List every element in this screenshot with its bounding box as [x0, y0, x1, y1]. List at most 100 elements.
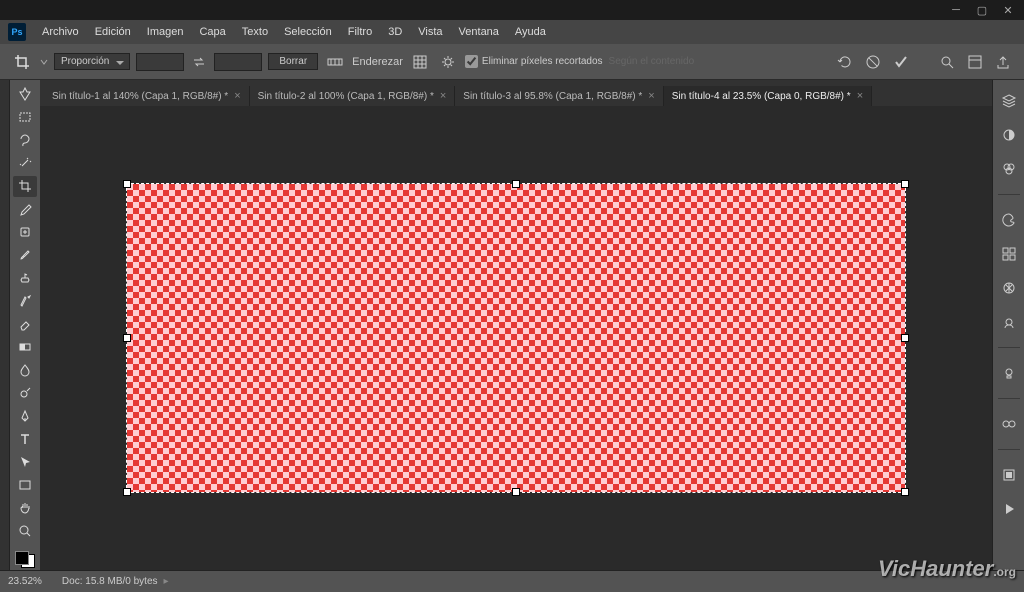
layers-icon[interactable] [998, 90, 1020, 112]
menu-archivo[interactable]: Archivo [34, 26, 87, 38]
menu-bar: Ps Archivo Edición Imagen Capa Texto Sel… [0, 20, 1024, 44]
window-maximize-button[interactable]: ▢ [974, 2, 990, 18]
crop-handle-middle-right[interactable] [901, 334, 909, 342]
delete-cropped-checkbox[interactable]: Eliminar píxeles recortados [465, 55, 603, 68]
crop-options-gear-icon[interactable] [437, 51, 459, 73]
blur-tool[interactable] [13, 359, 37, 380]
play-icon[interactable] [998, 498, 1020, 520]
crop-height-input[interactable] [214, 53, 262, 71]
ratio-preset-dropdown[interactable]: Proporción [54, 53, 130, 70]
delete-cropped-input[interactable] [465, 55, 478, 68]
commit-crop-icon[interactable] [890, 51, 912, 73]
menu-capa[interactable]: Capa [191, 26, 233, 38]
crop-handle-top-center[interactable] [512, 180, 520, 188]
swap-dimensions-icon[interactable] [190, 53, 208, 71]
reset-crop-icon[interactable] [834, 51, 856, 73]
close-icon[interactable]: × [440, 90, 446, 102]
document-tab-1[interactable]: Sin título-1 al 140% (Capa 1, RGB/8#) *× [44, 86, 250, 106]
menu-3d[interactable]: 3D [380, 26, 410, 38]
arrange-documents-icon[interactable] [964, 51, 986, 73]
overlay-options-icon[interactable] [409, 51, 431, 73]
foreground-background-swatch[interactable] [13, 549, 37, 570]
window-close-button[interactable]: ✕ [1000, 2, 1016, 18]
document-tab-4[interactable]: Sin título-4 al 23.5% (Capa 0, RGB/8#) *… [664, 86, 872, 106]
dropdown-caret-icon[interactable] [40, 58, 48, 66]
styles-icon[interactable] [998, 311, 1020, 333]
gradient-tool[interactable] [13, 336, 37, 357]
window-minimize-button[interactable]: ─ [948, 2, 964, 18]
foreground-color-swatch[interactable] [15, 551, 29, 565]
crop-handle-top-left[interactable] [123, 180, 131, 188]
straighten-icon[interactable] [324, 51, 346, 73]
magic-wand-tool[interactable] [13, 153, 37, 174]
options-bar: Proporción Borrar Enderezar Eliminar píx… [0, 44, 1024, 80]
move-tool[interactable] [13, 84, 37, 105]
content-aware-label: Según el contenido [609, 56, 695, 67]
cancel-crop-icon[interactable] [862, 51, 884, 73]
crop-tool[interactable] [13, 176, 37, 197]
healing-brush-tool[interactable] [13, 222, 37, 243]
crop-bounding-box[interactable] [126, 183, 906, 493]
crop-handle-bottom-left[interactable] [123, 488, 131, 496]
zoom-tool[interactable] [13, 520, 37, 541]
close-icon[interactable]: × [648, 90, 654, 102]
type-tool[interactable] [13, 428, 37, 449]
menu-seleccion[interactable]: Selección [276, 26, 340, 38]
adjustments-icon[interactable] [998, 124, 1020, 146]
document-info-display[interactable]: Doc: 15.8 MB/0 bytes [62, 576, 158, 587]
left-edge [0, 80, 10, 570]
delete-cropped-label: Eliminar píxeles recortados [482, 56, 603, 67]
chevron-right-icon[interactable]: ▸ [164, 576, 169, 587]
pen-tool[interactable] [13, 405, 37, 426]
right-panel-dock [992, 80, 1024, 570]
share-icon[interactable] [992, 51, 1014, 73]
close-icon[interactable]: × [234, 90, 240, 102]
actions-icon[interactable] [998, 464, 1020, 486]
menu-texto[interactable]: Texto [234, 26, 276, 38]
path-selection-tool[interactable] [13, 451, 37, 472]
window-titlebar: ─ ▢ ✕ [0, 0, 1024, 20]
menu-edicion[interactable]: Edición [87, 26, 139, 38]
swatches-icon[interactable] [998, 243, 1020, 265]
clear-button[interactable]: Borrar [268, 53, 318, 70]
channels-icon[interactable] [998, 158, 1020, 180]
crop-width-input[interactable] [136, 53, 184, 71]
straighten-label: Enderezar [352, 56, 403, 68]
brush-tool[interactable] [13, 245, 37, 266]
menu-ayuda[interactable]: Ayuda [507, 26, 554, 38]
eyedropper-tool[interactable] [13, 199, 37, 220]
crop-handle-bottom-right[interactable] [901, 488, 909, 496]
menu-filtro[interactable]: Filtro [340, 26, 380, 38]
dodge-tool[interactable] [13, 382, 37, 403]
document-tab-3[interactable]: Sin título-3 al 95.8% (Capa 1, RGB/8#) *… [455, 86, 663, 106]
menu-vista[interactable]: Vista [410, 26, 450, 38]
lasso-tool[interactable] [13, 130, 37, 151]
color-icon[interactable] [998, 209, 1020, 231]
canvas-area[interactable] [40, 106, 992, 570]
crop-handle-middle-left[interactable] [123, 334, 131, 342]
menu-imagen[interactable]: Imagen [139, 26, 192, 38]
status-bar: 23.52% Doc: 15.8 MB/0 bytes ▸ [0, 570, 1024, 592]
hand-tool[interactable] [13, 497, 37, 518]
tools-panel [10, 80, 40, 570]
crop-handle-top-right[interactable] [901, 180, 909, 188]
rectangle-tool[interactable] [13, 474, 37, 495]
canvas-content [127, 184, 905, 492]
search-icon[interactable] [936, 51, 958, 73]
close-icon[interactable]: × [857, 90, 863, 102]
workspace: Sin título-1 al 140% (Capa 1, RGB/8#) *×… [40, 80, 992, 570]
clone-stamp-tool[interactable] [13, 268, 37, 289]
document-tab-2[interactable]: Sin título-2 al 100% (Capa 1, RGB/8#) *× [250, 86, 456, 106]
main-area: Sin título-1 al 140% (Capa 1, RGB/8#) *×… [0, 80, 1024, 570]
zoom-level-display[interactable]: 23.52% [8, 576, 42, 587]
history-brush-tool[interactable] [13, 291, 37, 312]
eraser-tool[interactable] [13, 314, 37, 335]
gradient-panel-icon[interactable] [998, 277, 1020, 299]
light-icon[interactable] [998, 362, 1020, 384]
crop-handle-bottom-center[interactable] [512, 488, 520, 496]
document-tab-bar: Sin título-1 al 140% (Capa 1, RGB/8#) *×… [40, 80, 992, 106]
rectangular-marquee-tool[interactable] [13, 107, 37, 128]
menu-ventana[interactable]: Ventana [451, 26, 507, 38]
app-logo: Ps [8, 23, 26, 41]
cc-libraries-icon[interactable] [998, 413, 1020, 435]
